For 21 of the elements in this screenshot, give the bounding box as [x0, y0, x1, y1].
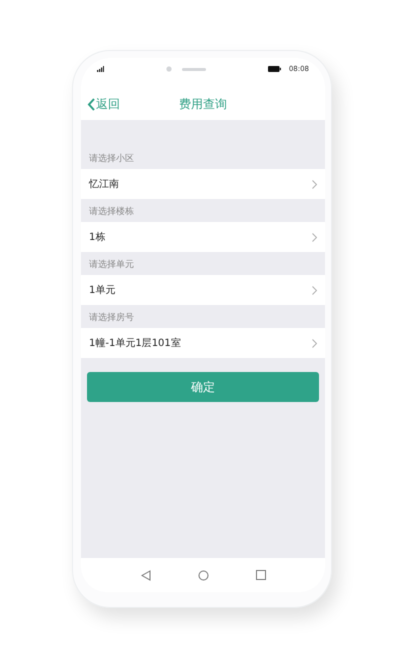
- chevron-right-icon: [312, 180, 317, 188]
- select-row[interactable]: 忆江南: [81, 169, 325, 199]
- field-label: 请选择小区: [88, 152, 135, 166]
- home-circle-icon[interactable]: [198, 570, 208, 580]
- chevron-right-icon: [312, 232, 317, 242]
- camera-icon: [166, 66, 172, 72]
- battery-icon: [268, 66, 281, 72]
- recents-square-icon[interactable]: [256, 570, 266, 580]
- select-row[interactable]: 1单元: [81, 275, 325, 305]
- back-triangle-icon[interactable]: [140, 570, 150, 580]
- select-row[interactable]: 1幢-1单元1层101室: [81, 328, 325, 358]
- field-label: 请选择单元: [88, 258, 135, 272]
- speaker-icon: [182, 68, 206, 70]
- select-row[interactable]: 1栋: [81, 222, 325, 252]
- field-label: 请选择房号: [88, 312, 135, 325]
- page-title: 费用查询: [179, 96, 227, 112]
- signal-icon: [97, 66, 104, 72]
- chevron-right-icon: [312, 286, 317, 294]
- back-chevron-icon: [87, 98, 95, 111]
- field-label: 请选择楼栋: [88, 206, 135, 219]
- chevron-right-icon: [312, 338, 317, 348]
